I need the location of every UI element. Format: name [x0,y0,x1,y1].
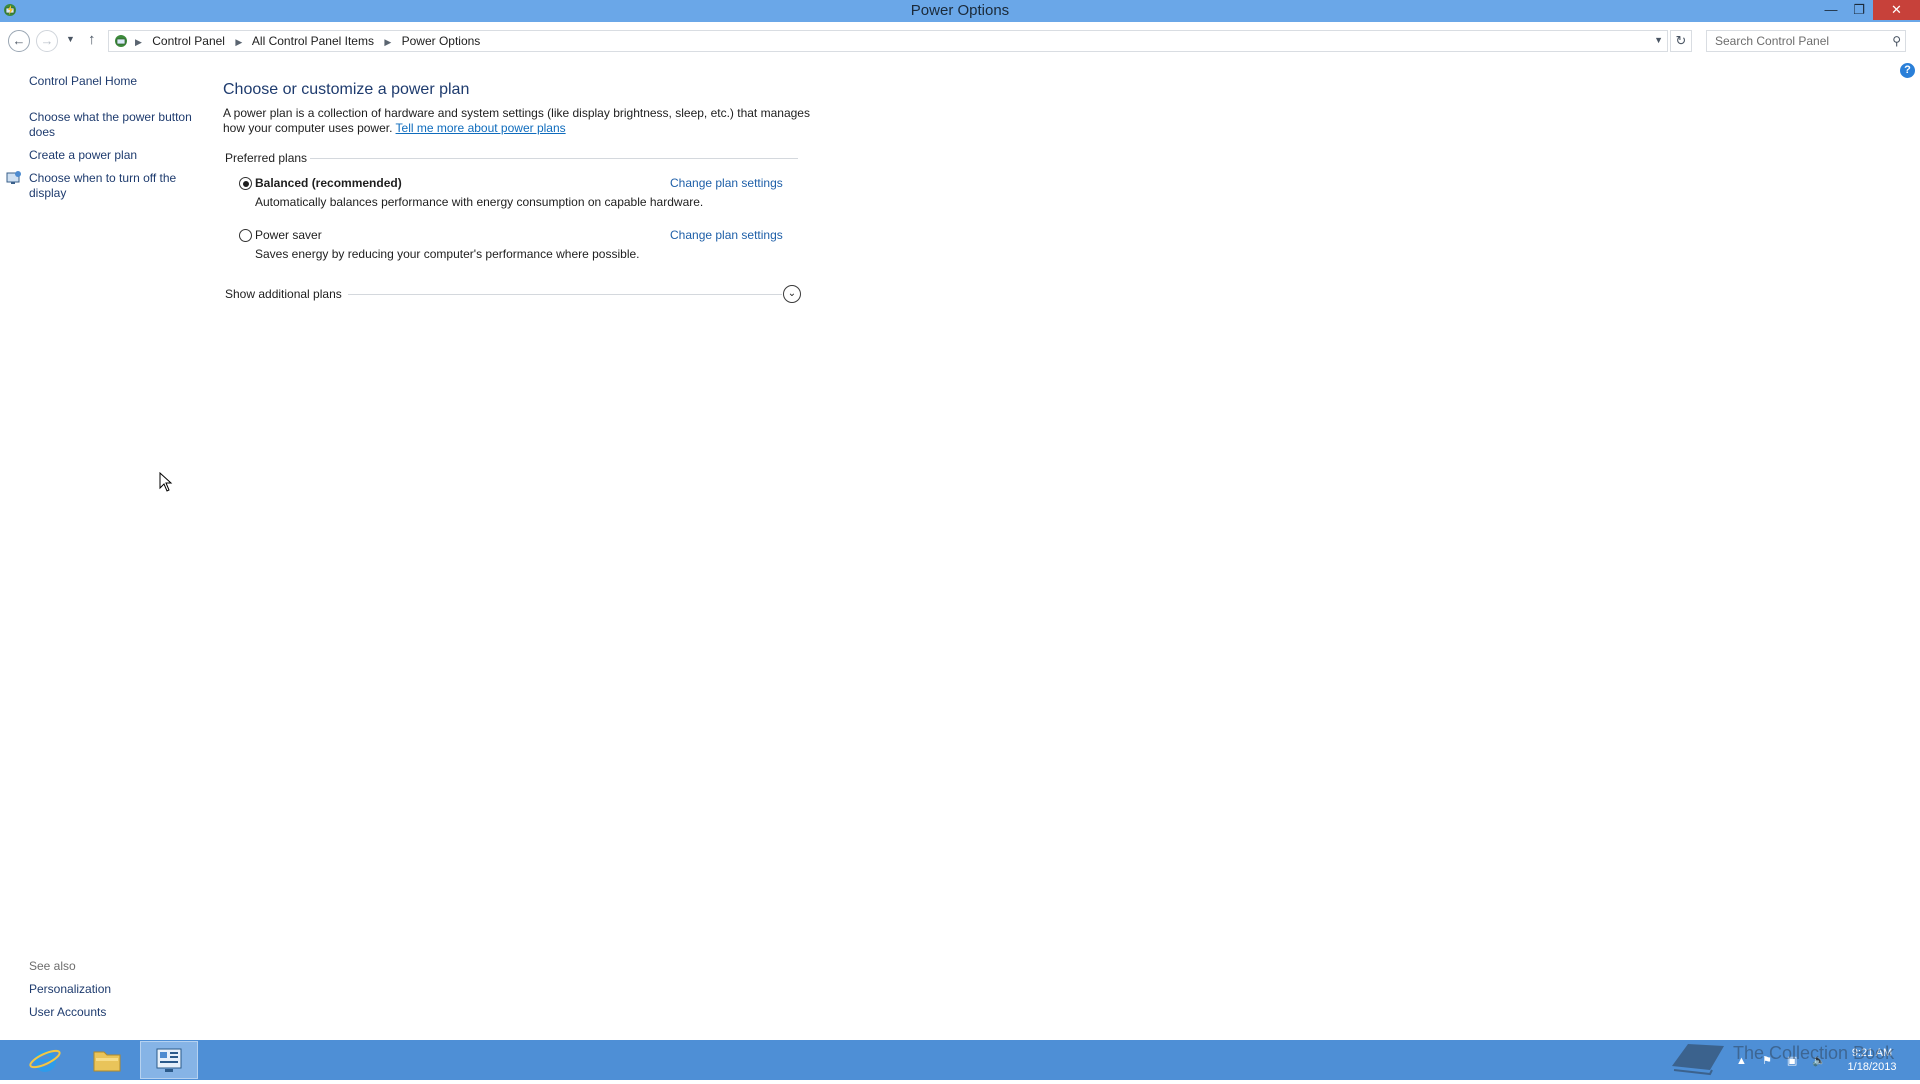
breadcrumb-separator-icon[interactable]: ▶ [235,37,242,47]
plan-radio-balanced[interactable] [239,177,252,190]
recent-locations-chevron-icon[interactable]: ▼ [66,34,75,44]
power-plans-help-link[interactable]: Tell me more about power plans [396,121,566,135]
create-power-plan-link[interactable]: Create a power plan [29,148,199,163]
internet-explorer-icon [29,1049,61,1072]
file-explorer-taskbar-button[interactable] [78,1041,136,1079]
restore-button[interactable]: ❐ [1845,0,1873,20]
breadcrumb-separator-icon[interactable]: ▶ [384,37,391,47]
plan-name[interactable]: Balanced (recommended) [255,176,402,190]
control-panel-icon [115,35,127,47]
internet-explorer-taskbar-button[interactable] [16,1041,74,1079]
preferred-plans-label: Preferred plans [225,151,308,165]
breadcrumb-control-panel[interactable]: Control Panel [152,34,225,48]
show-more-divider [348,294,782,295]
change-plan-settings-link[interactable]: Change plan settings [670,176,783,190]
forward-button[interactable]: → [36,30,58,52]
search-input[interactable]: Search Control Panel ⚲ [1706,30,1906,52]
mouse-cursor-icon [159,472,173,492]
see-also-label: See also [29,959,76,973]
folder-icon [93,1051,121,1072]
plan-radio-power-saver[interactable] [239,229,252,242]
plan-name[interactable]: Power saver [255,228,322,242]
taskbar: ▲ ⚑ ▣ 🔈 9:21 AM 1/18/2013 [0,1040,1920,1080]
expand-chevron-icon[interactable]: ⌄ [783,285,801,303]
user-accounts-link[interactable]: User Accounts [29,1005,199,1020]
breadcrumb: ▶ Control Panel ▶ All Control Panel Item… [135,34,480,48]
address-dropdown-chevron-icon[interactable]: ▼ [1654,35,1663,45]
display-off-link[interactable]: Choose when to turn off the display [29,171,199,201]
page-title: Choose or customize a power plan [223,81,470,98]
breadcrumb-power-options[interactable]: Power Options [402,34,481,48]
breadcrumb-all-items[interactable]: All Control Panel Items [252,34,374,48]
personalization-link[interactable]: Personalization [29,982,199,997]
group-divider [310,158,798,159]
help-icon[interactable]: ? [1900,63,1915,78]
minimize-button[interactable]: — [1817,0,1845,20]
plan-description: Automatically balances performance with … [255,195,704,209]
breadcrumb-separator-icon[interactable]: ▶ [135,37,142,47]
window-title: Power Options [910,2,1010,19]
back-button[interactable]: ← [8,30,30,52]
change-plan-settings-link[interactable]: Change plan settings [670,228,783,242]
title-bar: Power Options — ❐ ✕ [0,0,1920,22]
search-icon[interactable]: ⚲ [1892,34,1901,48]
intro-text: A power plan is a collection of hardware… [223,106,813,136]
plan-description: Saves energy by reducing your computer's… [255,247,640,261]
close-button[interactable]: ✕ [1873,0,1920,20]
show-additional-plans-label[interactable]: Show additional plans [225,287,342,301]
left-navigation-pane: Control Panel Home Choose what the power… [0,60,210,1040]
power-button-link[interactable]: Choose what the power button does [29,110,199,140]
navigation-bar: ← → ▼ ↑ ▶ Control Panel ▶ All Control Pa… [0,22,1920,60]
control-panel-taskbar-button[interactable] [140,1041,198,1079]
control-panel-window-icon [156,1048,182,1072]
display-settings-icon [6,171,21,184]
search-placeholder: Search Control Panel [1715,34,1830,48]
refresh-button[interactable]: ↻ [1670,30,1692,52]
address-bar[interactable]: ▶ Control Panel ▶ All Control Panel Item… [108,30,1668,52]
up-arrow-icon[interactable]: ↑ [88,31,96,48]
watermark-text: The Collection Book [1733,1043,1895,1063]
control-panel-home-link[interactable]: Control Panel Home [29,74,199,89]
